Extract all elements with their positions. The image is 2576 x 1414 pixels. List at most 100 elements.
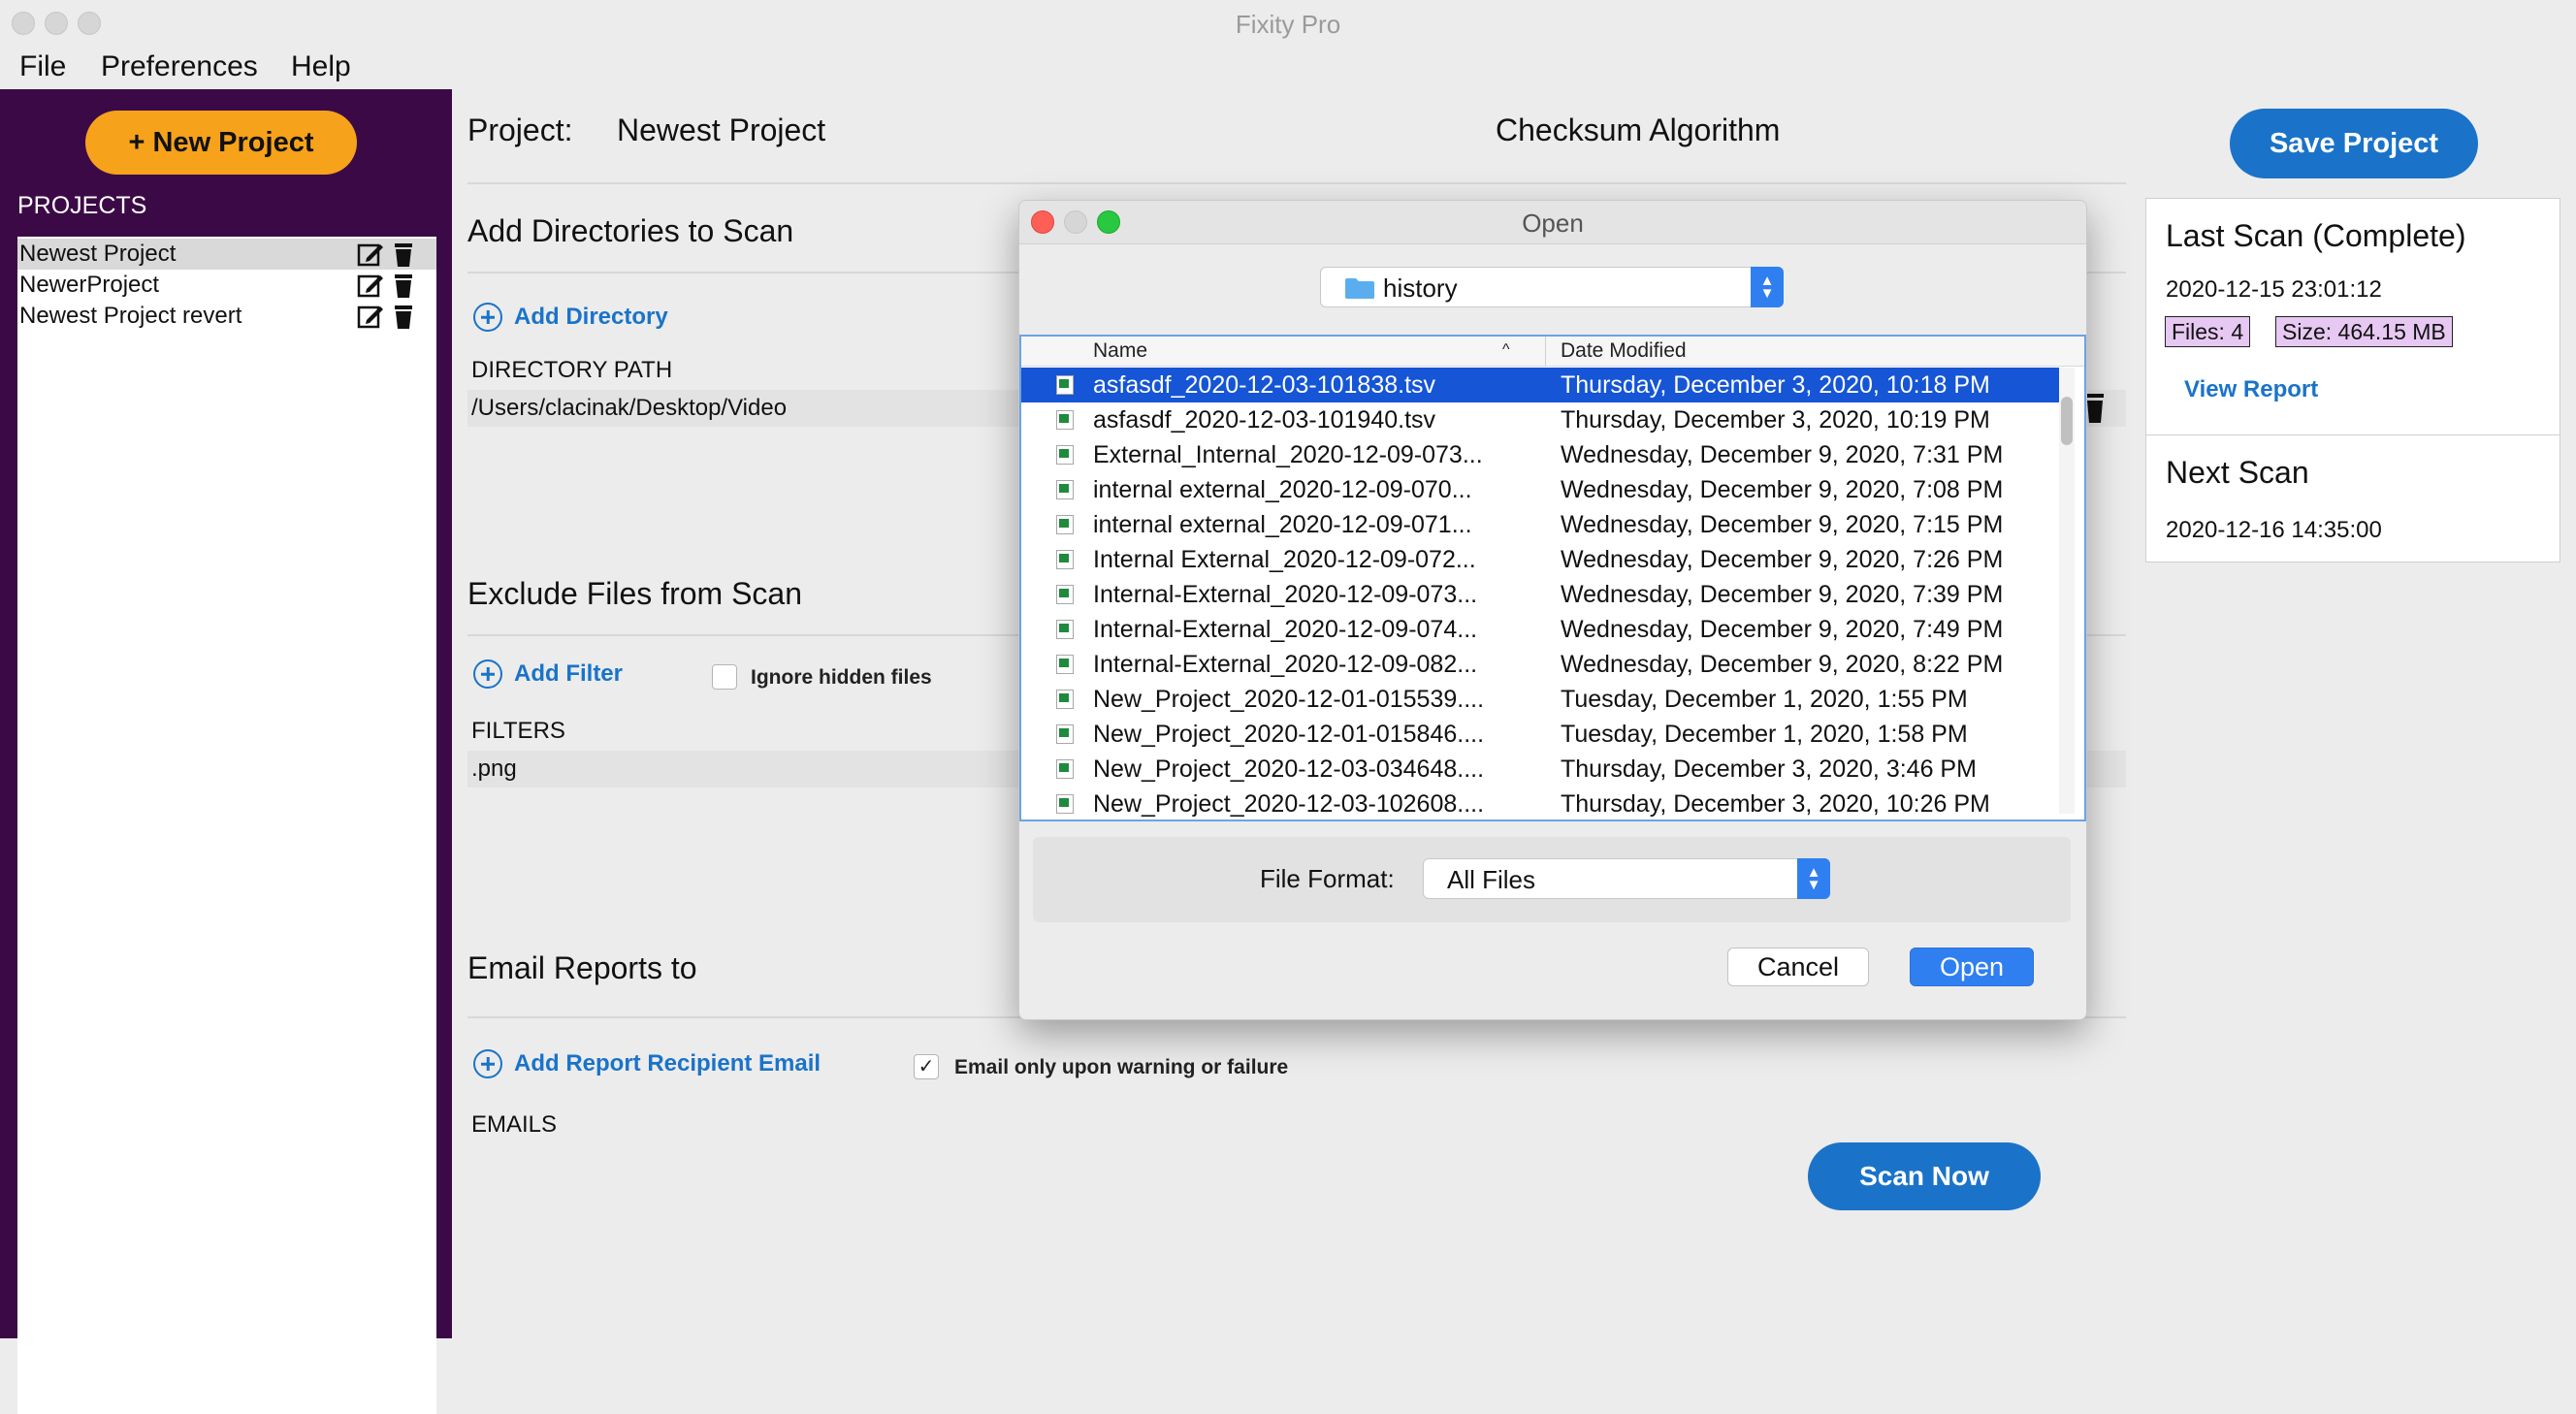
trash-icon[interactable] bbox=[390, 241, 417, 268]
file-name: External_Internal_2020-12-09-073... bbox=[1093, 441, 1483, 468]
dialog-titlebar: Open bbox=[1019, 201, 2086, 244]
project-item[interactable]: Newest Project bbox=[17, 239, 436, 270]
add-recipient-button[interactable]: Add Report Recipient Email bbox=[473, 1049, 821, 1078]
file-row[interactable]: New_Project_2020-12-03-102608.... Thursd… bbox=[1021, 787, 2059, 819]
file-row[interactable]: New_Project_2020-12-01-015539.... Tuesda… bbox=[1021, 682, 2059, 717]
emails-header: EMAILS bbox=[471, 1111, 558, 1138]
exclude-files-title: Exclude Files from Scan bbox=[467, 576, 803, 611]
file-row[interactable]: asfasdf_2020-12-03-101940.tsv Thursday, … bbox=[1021, 402, 2059, 437]
plus-circle-icon bbox=[473, 1049, 502, 1078]
directory-path-header: DIRECTORY PATH bbox=[471, 357, 673, 383]
file-date: Thursday, December 3, 2020, 10:18 PM bbox=[1561, 371, 1990, 399]
next-scan-time: 2020-12-16 14:35:00 bbox=[2166, 517, 2382, 543]
add-directory-button[interactable]: Add Directory bbox=[473, 303, 668, 332]
new-project-button[interactable]: + New Project bbox=[85, 111, 357, 175]
file-date: Wednesday, December 9, 2020, 8:22 PM bbox=[1561, 651, 2004, 678]
email-only-failure-checkbox[interactable]: ✓ bbox=[914, 1054, 939, 1079]
file-name: Internal-External_2020-12-09-074... bbox=[1093, 616, 1478, 643]
add-filter-button[interactable]: Add Filter bbox=[473, 659, 623, 689]
file-name: asfasdf_2020-12-03-101940.tsv bbox=[1093, 406, 1436, 434]
trash-icon[interactable] bbox=[390, 272, 417, 299]
spreadsheet-file-icon bbox=[1056, 724, 1074, 744]
file-date: Tuesday, December 1, 2020, 1:58 PM bbox=[1561, 721, 1968, 748]
spreadsheet-file-icon bbox=[1056, 690, 1074, 709]
file-name: New_Project_2020-12-03-034648.... bbox=[1093, 755, 1485, 783]
spreadsheet-file-icon bbox=[1056, 515, 1074, 534]
filters-header: FILTERS bbox=[471, 718, 565, 744]
file-name: New_Project_2020-12-01-015846.... bbox=[1093, 721, 1485, 748]
file-date: Thursday, December 3, 2020, 3:46 PM bbox=[1561, 755, 1977, 783]
open-file-dialog: Open history ▲ ▼ Name ^ Date Modified asf… bbox=[1018, 200, 2087, 1020]
project-label: Newest Project revert bbox=[19, 303, 242, 329]
files-count-badge: Files: 4 bbox=[2165, 316, 2251, 347]
file-row[interactable]: External_Internal_2020-12-09-073... Wedn… bbox=[1021, 437, 2059, 472]
column-name-header[interactable]: Name bbox=[1093, 339, 1147, 363]
file-list-scrollbar[interactable] bbox=[2059, 368, 2075, 814]
ignore-hidden-label: Ignore hidden files bbox=[751, 666, 932, 689]
plus-circle-icon bbox=[473, 303, 502, 332]
menu-help[interactable]: Help bbox=[291, 50, 351, 83]
view-report-link[interactable]: View Report bbox=[2184, 376, 2318, 403]
scan-now-button[interactable]: Scan Now bbox=[1808, 1142, 2041, 1210]
file-name: Internal-External_2020-12-09-082... bbox=[1093, 651, 1478, 678]
divider bbox=[467, 182, 2126, 184]
menu-preferences[interactable]: Preferences bbox=[101, 50, 258, 83]
cancel-button[interactable]: Cancel bbox=[1727, 948, 1869, 986]
right-panel: Save Project Last Scan (Complete) 2020-1… bbox=[2128, 89, 2576, 1338]
add-directories-title: Add Directories to Scan bbox=[467, 213, 794, 248]
file-row[interactable]: internal external_2020-12-09-071... Wedn… bbox=[1021, 507, 2059, 542]
projects-list: Newest Project NewerProject Newest Proje… bbox=[17, 237, 436, 1414]
file-list[interactable]: Name ^ Date Modified asfasdf_2020-12-03-… bbox=[1019, 335, 2086, 821]
menu-file[interactable]: File bbox=[19, 50, 66, 83]
size-badge: Size: 464.15 MB bbox=[2275, 316, 2453, 347]
project-item[interactable]: Newest Project revert bbox=[17, 301, 436, 332]
file-format-value: All Files bbox=[1447, 865, 1536, 894]
file-date: Tuesday, December 1, 2020, 1:55 PM bbox=[1561, 686, 1968, 713]
edit-icon[interactable] bbox=[357, 241, 384, 268]
menu-bar: File Preferences Help bbox=[0, 45, 2576, 89]
window-title: Fixity Pro bbox=[1235, 10, 1341, 39]
sort-ascending-icon: ^ bbox=[1502, 341, 1510, 358]
email-only-failure-label: Email only upon warning or failure bbox=[954, 1056, 1289, 1078]
spreadsheet-file-icon bbox=[1056, 794, 1074, 814]
file-date: Wednesday, December 9, 2020, 7:08 PM bbox=[1561, 476, 2004, 503]
file-format-select[interactable]: All Files ▲ ▼ bbox=[1423, 858, 1830, 899]
scrollbar-thumb[interactable] bbox=[2061, 397, 2073, 445]
column-date-header[interactable]: Date Modified bbox=[1561, 339, 1687, 363]
dialog-title: Open bbox=[1522, 209, 1584, 238]
open-button[interactable]: Open bbox=[1910, 948, 2034, 986]
chevron-updown-icon: ▲ ▼ bbox=[1797, 858, 1830, 899]
project-label: Newest Project bbox=[19, 241, 177, 267]
file-name: Internal External_2020-12-09-072... bbox=[1093, 546, 1476, 573]
file-row[interactable]: New_Project_2020-12-01-015846.... Tuesda… bbox=[1021, 717, 2059, 752]
file-row[interactable]: Internal-External_2020-12-09-082... Wedn… bbox=[1021, 647, 2059, 682]
spreadsheet-file-icon bbox=[1056, 585, 1074, 604]
ignore-hidden-checkbox[interactable] bbox=[712, 664, 737, 690]
spreadsheet-file-icon bbox=[1056, 620, 1074, 639]
trash-icon[interactable] bbox=[390, 303, 417, 330]
edit-icon[interactable] bbox=[357, 272, 384, 299]
file-name: New_Project_2020-12-03-102608.... bbox=[1093, 790, 1485, 818]
file-row[interactable]: asfasdf_2020-12-03-101838.tsv Thursday, … bbox=[1021, 368, 2059, 402]
file-date: Thursday, December 3, 2020, 10:26 PM bbox=[1561, 790, 1990, 818]
spreadsheet-file-icon bbox=[1056, 445, 1074, 465]
file-date: Thursday, December 3, 2020, 10:19 PM bbox=[1561, 406, 1990, 434]
project-item[interactable]: NewerProject bbox=[17, 270, 436, 301]
project-label: Project: bbox=[467, 112, 573, 147]
next-scan-card: Next Scan 2020-12-16 14:35:00 bbox=[2145, 434, 2560, 562]
file-row[interactable]: internal external_2020-12-09-070... Wedn… bbox=[1021, 472, 2059, 507]
spreadsheet-file-icon bbox=[1056, 410, 1074, 430]
file-row[interactable]: New_Project_2020-12-03-034648.... Thursd… bbox=[1021, 752, 2059, 787]
edit-icon[interactable] bbox=[357, 303, 384, 330]
folder-name: history bbox=[1383, 273, 1458, 303]
save-project-button[interactable]: Save Project bbox=[2230, 109, 2478, 178]
next-scan-title: Next Scan bbox=[2166, 455, 2309, 490]
spreadsheet-file-icon bbox=[1056, 375, 1074, 395]
last-scan-time: 2020-12-15 23:01:12 bbox=[2166, 276, 2382, 303]
file-row[interactable]: Internal External_2020-12-09-072... Wedn… bbox=[1021, 542, 2059, 577]
file-date: Wednesday, December 9, 2020, 7:31 PM bbox=[1561, 441, 2004, 468]
file-row[interactable]: Internal-External_2020-12-09-073... Wedn… bbox=[1021, 577, 2059, 612]
add-recipient-label: Add Report Recipient Email bbox=[514, 1050, 821, 1077]
folder-select[interactable]: history ▲ ▼ bbox=[1320, 267, 1784, 307]
file-row[interactable]: Internal-External_2020-12-09-074... Wedn… bbox=[1021, 612, 2059, 647]
